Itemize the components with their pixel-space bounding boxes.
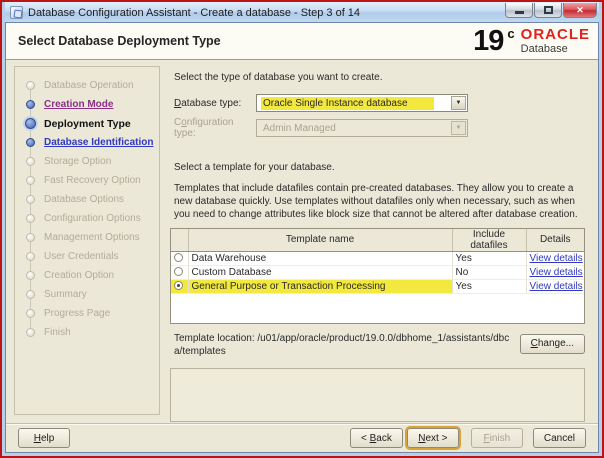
sidebar-item-progress-page: Progress Page xyxy=(15,304,159,323)
radio-general-purpose[interactable] xyxy=(174,281,183,290)
wizard-steps-sidebar: Database Operation Creation Mode Deploym… xyxy=(14,66,160,415)
step-bullet-icon xyxy=(26,233,35,242)
template-name-cell: Data Warehouse xyxy=(188,251,452,265)
database-type-select[interactable]: Oracle Single Instance database ▼ xyxy=(256,94,468,112)
configuration-type-row: Configuration type: Admin Managed ▼ xyxy=(174,119,585,137)
titlebar[interactable]: Database Configuration Assistant - Creat… xyxy=(5,2,599,22)
step-bullet-icon xyxy=(26,100,35,109)
step-bullet-icon xyxy=(26,328,35,337)
sidebar-item-summary: Summary xyxy=(15,285,159,304)
maximize-icon xyxy=(544,6,553,14)
step-bullet-icon xyxy=(26,309,35,318)
window-title: Database Configuration Assistant - Creat… xyxy=(28,7,500,19)
step-bullet-icon xyxy=(26,195,35,204)
sidebar-item-fast-recovery-option: Fast Recovery Option xyxy=(15,171,159,190)
chevron-down-icon[interactable]: ▼ xyxy=(451,96,466,110)
include-datafiles-cell: Yes xyxy=(452,279,526,293)
sidebar-item-user-credentials: User Credentials xyxy=(15,247,159,266)
sidebar-item-configuration-options: Configuration Options xyxy=(15,209,159,228)
window-controls: ✕ xyxy=(505,3,597,18)
sidebar-item-deployment-type: Deployment Type xyxy=(15,114,159,133)
sidebar-item-creation-option: Creation Option xyxy=(15,266,159,285)
oracle-brand: ORACLE xyxy=(521,27,590,42)
sidebar-item-finish: Finish xyxy=(15,323,159,342)
sidebar-item-creation-mode[interactable]: Creation Mode xyxy=(15,95,159,114)
database-type-row: Database type: Oracle Single Instance da… xyxy=(174,94,585,112)
column-header-template-name: Template name xyxy=(188,229,452,252)
template-intro-text: Select a template for your database. xyxy=(174,162,585,173)
view-details-link[interactable]: View details xyxy=(530,253,583,264)
page-header: Select Database Deployment Type 19 c ORA… xyxy=(6,23,598,60)
change-button[interactable]: Change... xyxy=(520,334,585,354)
cancel-button[interactable]: Cancel xyxy=(533,428,586,448)
view-details-link[interactable]: View details xyxy=(530,267,583,278)
sidebar-item-database-identification[interactable]: Database Identification xyxy=(15,133,159,152)
radio-column-header xyxy=(171,229,188,252)
intro-text: Select the type of database you want to … xyxy=(174,72,585,83)
step-bullet-icon xyxy=(25,118,36,129)
window-frame: Database Configuration Assistant - Creat… xyxy=(2,2,602,456)
help-button[interactable]: Help xyxy=(18,428,70,448)
include-datafiles-cell: No xyxy=(452,265,526,279)
table-row-data-warehouse[interactable]: Data Warehouse Yes View details xyxy=(171,251,584,265)
step-bullet-icon xyxy=(26,271,35,280)
chevron-down-icon: ▼ xyxy=(451,121,466,135)
step-list: Database Operation Creation Mode Deploym… xyxy=(15,76,159,342)
radio-data-warehouse[interactable] xyxy=(174,253,183,262)
message-box xyxy=(170,368,585,422)
table-row-custom-database[interactable]: Custom Database No View details xyxy=(171,265,584,279)
template-name-cell: Custom Database xyxy=(188,265,452,279)
minimize-icon xyxy=(515,11,524,14)
logo-superscript: c xyxy=(507,27,514,41)
page-title: Select Database Deployment Type xyxy=(18,34,473,48)
configuration-type-value: Admin Managed xyxy=(261,122,362,135)
template-name-cell: General Purpose or Transaction Processin… xyxy=(188,279,452,293)
close-icon: ✕ xyxy=(576,5,584,16)
template-location-row: Template location: /u01/app/oracle/produ… xyxy=(170,332,585,359)
include-datafiles-cell: Yes xyxy=(452,251,526,265)
configuration-type-label: Configuration type: xyxy=(174,117,256,139)
app-icon[interactable] xyxy=(10,6,23,19)
column-header-include-datafiles: Include datafiles xyxy=(452,229,526,252)
dialog: Select Database Deployment Type 19 c ORA… xyxy=(5,22,599,453)
sidebar-item-management-options: Management Options xyxy=(15,228,159,247)
main-panel: Select the type of database you want to … xyxy=(160,60,598,423)
step-bullet-icon xyxy=(26,176,35,185)
content-area: Database Operation Creation Mode Deploym… xyxy=(6,60,598,423)
step-bullet-icon xyxy=(26,214,35,223)
table-header-row: Template name Include datafiles Details xyxy=(171,229,584,252)
template-table: Template name Include datafiles Details … xyxy=(170,228,585,324)
template-note-text: Templates that include datafiles contain… xyxy=(174,182,585,222)
step-bullet-icon xyxy=(26,81,35,90)
button-bar: Help < Back Next > Finish Cancel xyxy=(6,423,598,452)
finish-button: Finish xyxy=(471,428,523,448)
logo-version: 19 xyxy=(473,27,503,55)
next-button[interactable]: Next > xyxy=(407,428,459,448)
radio-custom-database[interactable] xyxy=(174,267,183,276)
close-button[interactable]: ✕ xyxy=(563,3,597,18)
step-bullet-icon xyxy=(26,138,35,147)
oracle-19c-logo: 19 c ORACLE Database xyxy=(473,27,590,55)
database-type-label: Database type: xyxy=(174,98,256,109)
template-location-text: Template location: /u01/app/oracle/produ… xyxy=(170,332,512,359)
maximize-button[interactable] xyxy=(534,3,562,18)
template-location-label: Template location: xyxy=(174,333,255,344)
sidebar-item-database-operation: Database Operation xyxy=(15,76,159,95)
step-bullet-icon xyxy=(26,252,35,261)
dbca-window: Database Configuration Assistant - Creat… xyxy=(0,0,604,458)
configuration-type-select: Admin Managed ▼ xyxy=(256,119,468,137)
view-details-link[interactable]: View details xyxy=(530,281,583,292)
sidebar-item-storage-option: Storage Option xyxy=(15,152,159,171)
table-row-general-purpose[interactable]: General Purpose or Transaction Processin… xyxy=(171,279,584,293)
minimize-button[interactable] xyxy=(505,3,533,18)
step-bullet-icon xyxy=(26,157,35,166)
column-header-details: Details xyxy=(526,229,584,252)
database-type-value: Oracle Single Instance database xyxy=(261,97,434,110)
back-button[interactable]: < Back xyxy=(350,428,403,448)
sidebar-item-database-options: Database Options xyxy=(15,190,159,209)
oracle-product: Database xyxy=(521,43,568,55)
step-bullet-icon xyxy=(26,290,35,299)
